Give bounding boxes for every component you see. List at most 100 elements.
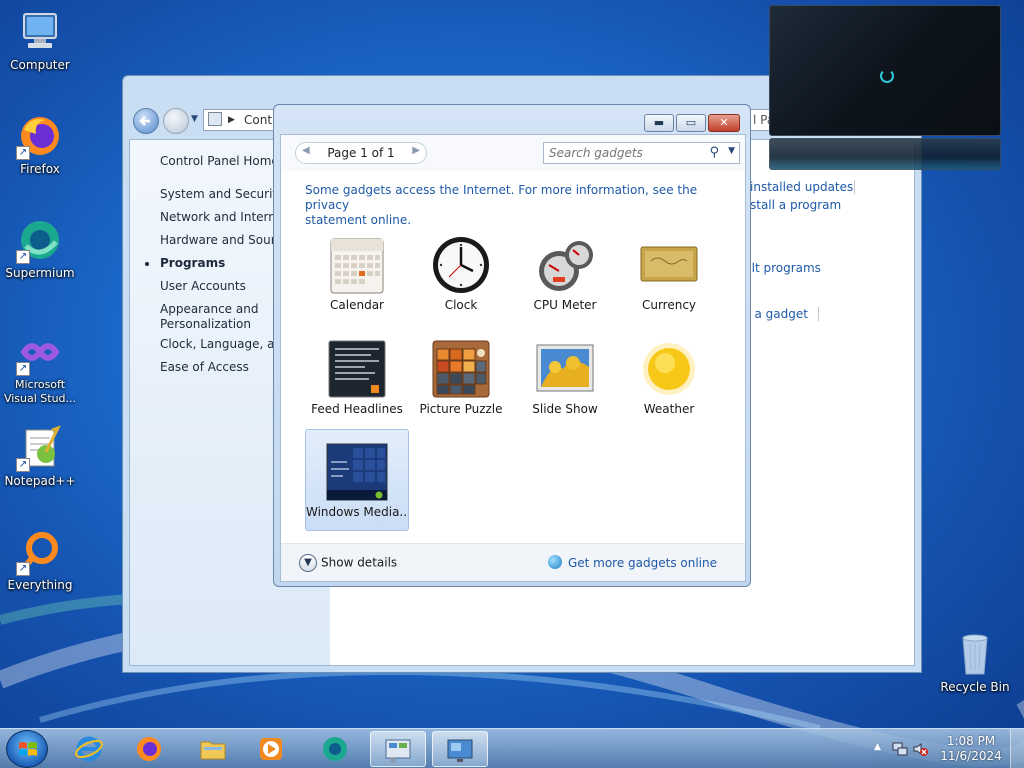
install-program-link[interactable]: stall a program (750, 198, 841, 212)
gadget-label: CPU Meter (533, 298, 597, 312)
calendar-icon (330, 238, 384, 294)
gadgets-icon (447, 739, 473, 762)
globe-icon (547, 555, 562, 569)
network-icon[interactable] (892, 741, 908, 757)
breadcrumb-arrow-icon: ▶ (228, 115, 235, 125)
desktop-icon-visual-studio[interactable]: ↗ Microsoft Visual Stud... (0, 328, 80, 406)
start-button[interactable] (6, 730, 48, 768)
desktop-icon-computer[interactable]: Computer (0, 8, 80, 72)
sidebar-item-system-security[interactable]: System and Security (160, 187, 284, 202)
supermium-icon (323, 737, 347, 761)
desktop-icon-supermium[interactable]: ↗ Supermium (0, 216, 80, 280)
minimize-button[interactable]: ▬ (644, 114, 674, 132)
cpu-meter-icon (539, 241, 593, 291)
gadgets-footer: ▼ Show details Get more gadgets online (281, 543, 745, 581)
search-icon[interactable]: ⚲ (709, 145, 719, 160)
sidebar-item-hardware-sound[interactable]: Hardware and Sound (160, 233, 286, 248)
desktop-icon-label: Microsoft Visual Stud... (3, 378, 77, 405)
firefox-icon (137, 737, 161, 761)
desktop-icon-label: Everything (7, 578, 73, 592)
gadget-tile-feed-headlines[interactable]: Feed Headlines (305, 327, 409, 429)
gadget-tile-slide-show[interactable]: Slide Show (513, 327, 617, 429)
link-separator (854, 180, 855, 194)
gadget-tile-currency[interactable]: Currency (617, 223, 721, 325)
sidebar-item-appearance[interactable]: Appearance and Personalization (160, 302, 260, 332)
sidebar-item-programs[interactable]: Programs (160, 256, 225, 271)
computer-icon (23, 13, 57, 48)
desktop-icon-notepad-plus-plus[interactable]: ↗ Notepad++ (0, 424, 80, 488)
taskbar-control-panel[interactable] (370, 731, 426, 767)
clock-time: 1:08 PM (946, 734, 996, 748)
forward-button[interactable] (163, 108, 189, 134)
page-navigator: ◀ Page 1 of 1 ▶ (295, 142, 427, 164)
gadget-tile-picture-puzzle[interactable]: Picture Puzzle (409, 327, 513, 429)
link-separator (818, 307, 819, 321)
desktop-gadget-reflection (769, 138, 1001, 170)
get-more-gadgets-link[interactable]: Get more gadgets online (547, 555, 717, 570)
clock-date: 11/6/2024 (940, 749, 1002, 763)
taskbar-supermium[interactable] (308, 731, 364, 767)
search-dropdown-icon[interactable]: ▼ (728, 146, 735, 156)
taskbar-media-player[interactable] (244, 731, 300, 767)
desktop-icon-firefox[interactable]: ↗ Firefox (0, 112, 80, 176)
loading-spinner-icon (880, 69, 894, 83)
current-section-bullet (145, 262, 149, 266)
gadget-tile-weather[interactable]: Weather (617, 327, 721, 429)
show-desktop-button[interactable] (1010, 729, 1024, 768)
picture-puzzle-icon (432, 340, 490, 398)
desktop-icon-label: Supermium (5, 266, 75, 280)
internet-explorer-icon (75, 736, 103, 762)
recent-pages-dropdown-icon[interactable]: ▼ (191, 114, 198, 124)
next-page-button[interactable]: ▶ (412, 145, 420, 156)
internet-privacy-notice[interactable]: Some gadgets access the Internet. For mo… (305, 183, 715, 228)
restore-button[interactable]: ▭ (676, 114, 706, 132)
currency-icon (640, 246, 698, 282)
desktop-gadget-window[interactable] (769, 5, 1001, 136)
close-button[interactable]: ✕ (708, 114, 740, 132)
desktop-icon-label: Computer (10, 58, 70, 72)
search-gadgets-box: ⚲ ▼ (543, 142, 740, 164)
search-gadgets-input[interactable] (544, 143, 694, 163)
desktop-icon-recycle-bin[interactable]: Recycle Bin (935, 630, 1015, 694)
gadget-label: Feed Headlines (311, 402, 403, 416)
show-details-button[interactable]: ▼ Show details (299, 554, 397, 572)
desktop-icon-everything[interactable]: ↗ Everything (0, 528, 80, 592)
show-hidden-icons-button[interactable]: ▲ (874, 742, 881, 752)
back-button[interactable] (133, 108, 159, 134)
gadget-label: Calendar (330, 298, 384, 312)
gadget-label: Slide Show (532, 402, 598, 416)
taskbar-file-explorer[interactable] (186, 731, 242, 767)
sidebar-item-user-accounts[interactable]: User Accounts (160, 279, 246, 294)
gadget-tile-calendar[interactable]: Calendar (305, 223, 409, 325)
taskbar: ▲ 1:08 PM 11/6/2024 (0, 728, 1024, 768)
gadget-label: Windows Media... (306, 505, 408, 519)
gadgets-toolbar: ◀ Page 1 of 1 ▶ ⚲ ▼ (281, 135, 745, 171)
page-indicator: Page 1 of 1 (327, 146, 395, 160)
taskbar-firefox[interactable] (122, 731, 178, 767)
recycle-bin-icon (962, 634, 988, 675)
windows-media-center-icon (326, 443, 388, 501)
gadget-tile-windows-media-center[interactable]: Windows Media... (305, 429, 409, 531)
sidebar-item-clock-language[interactable]: Clock, Language, and (160, 337, 290, 352)
taskbar-internet-explorer[interactable] (62, 731, 118, 767)
gadgets-gallery-window[interactable]: ▬ ▭ ✕ ◀ Page 1 of 1 ▶ ⚲ ▼ Some gadgets a… (273, 104, 751, 587)
desktop-icon-label: Firefox (20, 162, 60, 176)
clock-icon (433, 237, 489, 293)
windows-logo-icon (19, 742, 37, 756)
sidebar-control-panel-home[interactable]: Control Panel Home (160, 154, 279, 169)
gadget-label: Currency (641, 298, 697, 312)
default-programs-link[interactable]: ult programs (744, 261, 821, 275)
taskbar-clock[interactable]: 1:08 PM 11/6/2024 (940, 734, 1002, 764)
sidebar-item-ease-of-access[interactable]: Ease of Access (160, 360, 249, 375)
taskbar-gadgets[interactable] (432, 731, 488, 767)
volume-muted-icon[interactable] (912, 741, 928, 757)
system-tray: ▲ 1:08 PM 11/6/2024 (864, 729, 1024, 768)
install-gadget-link[interactable]: ll a gadget (744, 307, 808, 321)
view-installed-updates-link[interactable]: installed updates (750, 180, 853, 194)
media-player-icon (260, 738, 282, 760)
gadget-label: Picture Puzzle (419, 402, 503, 416)
control-panel-icon (385, 739, 411, 763)
gadget-tile-cpu-meter[interactable]: CPU Meter (513, 223, 617, 325)
gadget-tile-clock[interactable]: Clock (409, 223, 513, 325)
sidebar-item-network-internet[interactable]: Network and Internet (160, 210, 288, 225)
